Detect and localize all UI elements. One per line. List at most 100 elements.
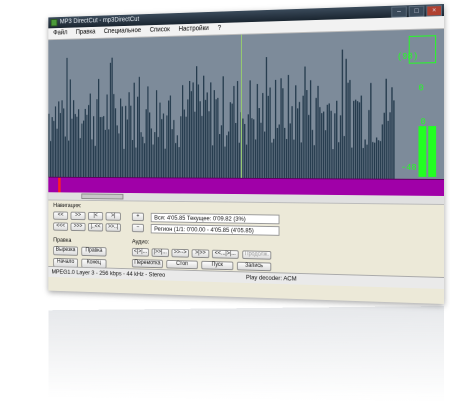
cut-button[interactable]: Вырезка	[53, 246, 79, 256]
waveform-bar	[76, 116, 78, 177]
waveform-bar	[377, 140, 380, 179]
waveform-view[interactable]: (98) 0 0 -48	[48, 29, 445, 179]
waveform-bar	[81, 123, 83, 177]
waveform-bar	[61, 100, 63, 177]
play-button[interactable]: Пуск	[201, 260, 234, 271]
record-button[interactable]: Запись	[236, 261, 272, 272]
waveform-bar	[206, 92, 208, 178]
edit-button[interactable]: Правка	[81, 246, 107, 257]
waveform-bar	[86, 114, 88, 177]
waveform-bar	[296, 108, 299, 179]
waveform-bar	[79, 138, 81, 177]
waveform-bar	[236, 81, 239, 178]
waveform-bar	[173, 120, 175, 178]
waveform-bar	[109, 62, 112, 178]
nav-rewind-button[interactable]: <<	[53, 211, 69, 220]
waveform-bar	[387, 120, 389, 179]
waveform-bar	[131, 140, 134, 178]
waveform-bar	[287, 74, 290, 179]
edit-label: Правка	[53, 236, 72, 244]
waveform-bar	[226, 135, 228, 178]
menu-edit[interactable]: Правка	[76, 27, 96, 39]
waveform-bar	[347, 82, 349, 179]
waveform-bar	[119, 98, 122, 178]
meter-bar-right	[428, 126, 437, 177]
waveform-bar	[140, 132, 142, 178]
waveform-bar	[49, 141, 52, 177]
waveform-bar	[103, 116, 105, 178]
waveform-bar	[138, 76, 140, 178]
waveform-bar	[166, 115, 168, 178]
zoom-out-button[interactable]: −	[131, 223, 144, 233]
waveform-bar	[354, 99, 357, 179]
waveform-bar	[93, 116, 95, 178]
audio-label: Аудио:	[131, 238, 150, 246]
stop-button[interactable]: Стоп	[166, 259, 198, 270]
waveform-bar	[203, 75, 205, 178]
menu-file[interactable]: Файл	[53, 28, 67, 39]
waveform-bar	[126, 119, 128, 178]
window-reflection	[48, 306, 445, 402]
waveform-bar	[244, 123, 246, 178]
nav-end-button[interactable]: >|	[105, 212, 121, 221]
menu-special[interactable]: Специальное	[104, 25, 141, 37]
playhead-marker[interactable]	[58, 177, 61, 193]
waveform-bar	[63, 108, 65, 177]
menu-list[interactable]: Список	[150, 25, 170, 37]
waveform-bar	[48, 113, 50, 177]
nav-fast-rewind-button[interactable]: <<<	[53, 222, 69, 231]
waveform-bar	[69, 79, 71, 177]
waveform-bar	[91, 139, 93, 178]
continue-button[interactable]: Продолж.	[242, 250, 272, 260]
maximize-button[interactable]: □	[408, 5, 425, 18]
waveform-bar	[302, 95, 304, 179]
waveform-bar	[169, 95, 172, 178]
waveform-bar	[332, 149, 334, 179]
audio-skip-button[interactable]: >>-->	[171, 248, 189, 258]
nav-forward-button[interactable]: >>	[70, 211, 86, 221]
status-decoder: Play decoder: ACM	[245, 274, 297, 283]
waveform-bar	[224, 146, 226, 178]
audio-play-from-button[interactable]: >|>>	[191, 249, 210, 259]
waveform-bar	[383, 112, 385, 179]
waveform-bar	[74, 114, 76, 177]
waveform-bar	[278, 124, 280, 179]
audio-play-next-button[interactable]: |>>|...	[151, 248, 169, 258]
menu-settings[interactable]: Настройки	[179, 23, 209, 35]
nav-fast-forward-button[interactable]: >>>	[70, 222, 86, 232]
waveform-bar	[125, 105, 127, 178]
waveform-bar	[306, 90, 308, 179]
waveform-bar	[391, 87, 393, 179]
waveform-bar	[121, 106, 123, 178]
waveform-graph	[48, 30, 395, 178]
waveform-bar	[313, 145, 315, 179]
audio-play-range-button[interactable]: <<...|>|...	[211, 249, 239, 259]
nav-start-button[interactable]: |<	[88, 211, 104, 221]
nav-region-start-button[interactable]: |..<<	[88, 222, 104, 232]
minimize-button[interactable]: –	[391, 6, 407, 18]
waveform-bar	[183, 109, 185, 178]
waveform-bar	[66, 57, 68, 177]
scroll-thumb[interactable]	[81, 193, 124, 200]
waveform-bar	[204, 99, 207, 178]
window-title: MP3 DirectCut - mp3DirectCut	[59, 16, 140, 26]
waveform-bar	[68, 140, 70, 177]
menu-help[interactable]: ?	[218, 23, 221, 34]
waveform-bar	[309, 80, 312, 179]
waveform-bar	[58, 101, 60, 177]
waveform-bar	[284, 127, 286, 179]
waveform-bar	[143, 143, 146, 178]
nav-region-end-button[interactable]: >>..|	[105, 223, 121, 232]
waveform-bar	[324, 130, 327, 179]
close-button[interactable]: ×	[426, 5, 443, 17]
waveform-bar	[142, 136, 144, 178]
rewind-button[interactable]: Перемотка	[131, 259, 163, 269]
waveform-bar	[181, 85, 184, 178]
waveform-bar	[374, 142, 376, 179]
audio-play-region-button[interactable]: <|>|...	[131, 247, 150, 257]
waveform-bar	[322, 111, 325, 179]
waveform-bar	[56, 128, 58, 177]
waveform-bar	[336, 100, 338, 179]
zoom-in-button[interactable]: +	[131, 212, 144, 222]
waveform-bar	[229, 102, 231, 178]
